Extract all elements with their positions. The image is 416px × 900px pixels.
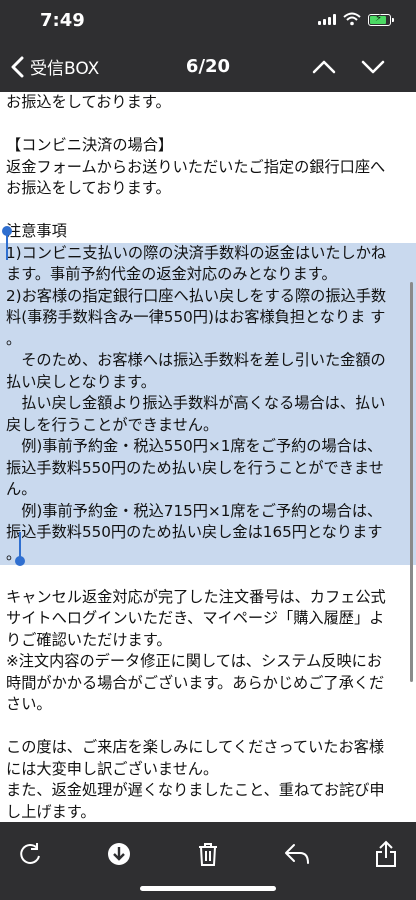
download-icon: [108, 843, 130, 865]
share-icon: [376, 840, 396, 867]
email-line: [0, 200, 416, 222]
email-line: [0, 565, 416, 587]
email-line: ん。: [0, 479, 416, 501]
wifi-icon: [343, 12, 361, 26]
email-line: 。: [0, 543, 416, 565]
chevron-left-icon: [11, 56, 24, 77]
email-line: 振込手数料550円のため払い戻し金は165円となります: [0, 522, 416, 544]
refresh-button[interactable]: [10, 834, 50, 874]
status-bar: 7:49 ⚡: [0, 0, 416, 44]
selection-end-handle[interactable]: [15, 532, 25, 566]
back-label: 受信BOX: [30, 59, 100, 79]
email-line: りご確認いただけます。: [6, 630, 172, 649]
share-button[interactable]: [366, 834, 406, 874]
back-button[interactable]: 受信BOX: [10, 54, 99, 79]
delete-button[interactable]: [188, 834, 228, 874]
email-line: 払い戻し金額より振込手数料が高くなる場合は、払い: [0, 393, 416, 415]
email-line: 。: [0, 328, 416, 350]
email-line: 1)コンビニ支払いの際の決済手数料の返金はいたしかね: [0, 242, 416, 264]
email-body[interactable]: お振込をしております。 【コンビニ決済の場合】返金フォームからお送りいただいたご指…: [0, 92, 416, 822]
email-line: 例)事前予約金・税込715円×1席をご予約の場合は、: [0, 500, 416, 522]
previous-message-button[interactable]: [311, 54, 337, 84]
home-indicator: [140, 886, 276, 891]
email-line: この度は、ご来店を楽しみにしてくださっていたお客様: [6, 738, 385, 756]
email-line: 返金フォームからお送りいただいたご指定の銀行口座へ: [6, 157, 386, 176]
status-time: 7:49: [40, 10, 85, 31]
scrollbar[interactable]: [410, 282, 413, 682]
reply-button[interactable]: [277, 834, 317, 874]
email-line: 【コンビニ決済の場合】: [6, 136, 174, 154]
reply-icon: [285, 844, 309, 864]
trash-icon: [199, 843, 217, 866]
email-line: 注意事項: [6, 222, 67, 240]
refresh-icon: [20, 843, 40, 864]
chevron-down-icon: [361, 60, 385, 74]
email-line: 2)お客様の指定銀行口座へ払い戻しをする際の振込手数: [0, 285, 416, 307]
email-line: ※注文内容のデータ修正に関しては、システム反映にお: [6, 652, 383, 670]
chevron-up-icon: [312, 60, 336, 74]
email-line: 振込手数料550円のため払い戻しを行うことができませ: [0, 457, 416, 479]
email-line: さい。: [6, 695, 52, 713]
nav-bar: 受信BOX 6/20: [0, 44, 416, 92]
email-line: サイトへログインいただき、マイページ「購入履歴」よ: [6, 609, 385, 627]
email-line: そのため、お客様へは振込手数料を差し引いた金額の: [0, 350, 416, 372]
email-line: [0, 114, 416, 136]
selection-start-handle[interactable]: [2, 226, 12, 260]
email-line: また、返金処理が遅くなりましたこと、重ねてお詫び申: [6, 781, 385, 799]
email-line: 時間がかかる場合がございます。あらかじめご了承くだ: [6, 673, 385, 692]
email-line: 料(事務手数料含み一律550円)はお客様負担となりま す: [0, 307, 416, 329]
email-line: 払い戻しとなります。: [0, 371, 416, 393]
email-line: には大変申し訳ございません。: [6, 759, 219, 778]
next-message-button[interactable]: [360, 54, 386, 84]
email-line: キャンセル返金対応が完了した注文番号は、カフェ公式: [6, 587, 386, 606]
email-line: 戻しを行うことができません。: [0, 414, 416, 436]
email-line: お振込をしております。: [6, 93, 171, 111]
battery-icon: ⚡: [368, 13, 394, 26]
cellular-signal-icon: [318, 14, 336, 25]
email-line: ます。事前予約代金の返金対応のみとなります。: [0, 264, 416, 286]
email-line: お振込をしております。: [6, 179, 171, 197]
save-button[interactable]: [99, 834, 139, 874]
email-line: し上げます。: [6, 802, 96, 821]
email-line: 例)事前予約金・税込550円×1席をご予約の場合は、: [0, 436, 416, 458]
email-line: [0, 716, 416, 738]
